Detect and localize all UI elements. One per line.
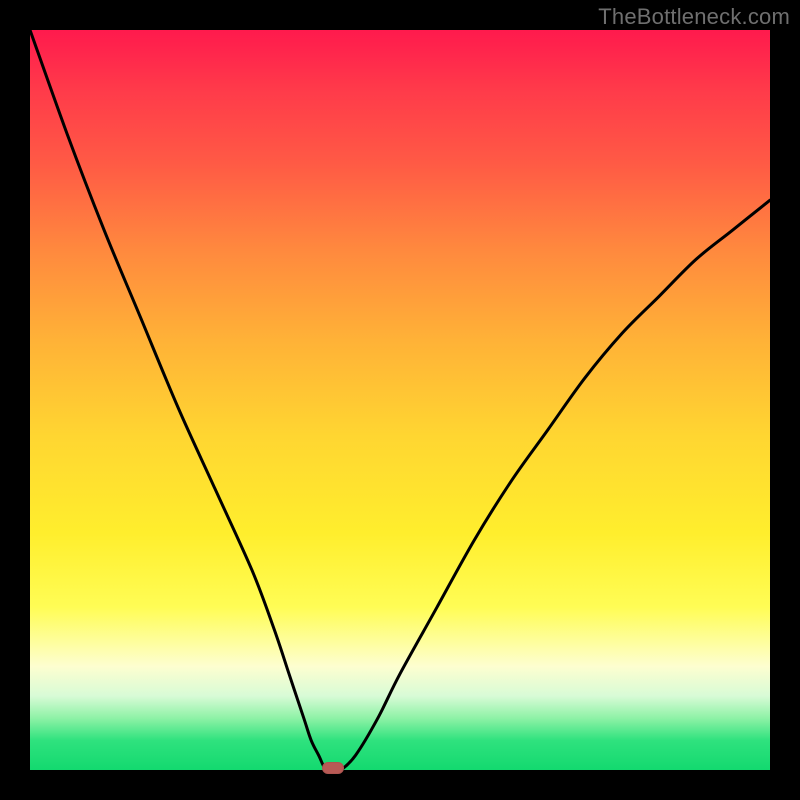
bottleneck-curve [30, 30, 770, 770]
chart-frame: TheBottleneck.com [0, 0, 800, 800]
optimal-marker [322, 762, 344, 774]
plot-area [30, 30, 770, 770]
watermark-text: TheBottleneck.com [598, 4, 790, 30]
